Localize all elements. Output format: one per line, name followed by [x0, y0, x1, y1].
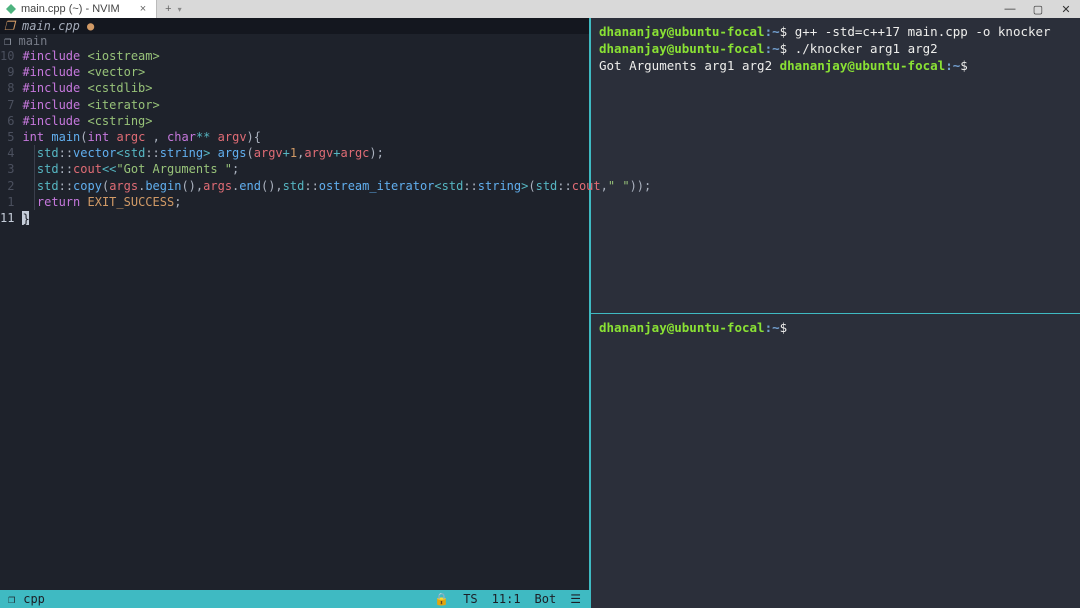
- buffer-header: ❐ main.cpp ●: [0, 18, 589, 34]
- code-row: #include <iostream>: [22, 48, 651, 64]
- tab-close-icon[interactable]: ×: [140, 4, 146, 15]
- prompt-dollar: $: [780, 24, 795, 39]
- prompt-user: dhananjay@ubuntu-focal: [599, 24, 765, 39]
- status-treesitter: TS: [463, 592, 477, 606]
- prompt-colon: :: [765, 320, 773, 335]
- window-minimize-button[interactable]: —: [996, 3, 1024, 15]
- prompt-colon: :: [765, 41, 773, 56]
- terminal-line: dhananjay@ubuntu-focal:~$: [599, 320, 1072, 337]
- terminal-panes: dhananjay@ubuntu-focal:~$ g++ -std=c++17…: [591, 18, 1080, 608]
- terminal-line: Got Arguments arg1 arg2 dhananjay@ubuntu…: [599, 58, 1072, 75]
- prompt-dollar: $: [780, 320, 788, 335]
- editor-statusbar: ❐ cpp 🔒 TS 11:1 Bot ☰: [0, 590, 589, 608]
- outline-symbol: main: [18, 34, 47, 48]
- workspace: ❐ main.cpp ● ❐ main 1098765432111 #inclu…: [0, 18, 1080, 608]
- terminal-line: dhananjay@ubuntu-focal:~$ g++ -std=c++17…: [599, 24, 1072, 41]
- chevron-down-icon: ▾: [178, 5, 182, 14]
- terminal-command: ./knocker arg1 arg2: [795, 41, 938, 56]
- prompt-dollar: $: [960, 58, 968, 73]
- buffer-icon: ❐: [4, 19, 15, 33]
- gutter: 1098765432111: [0, 48, 22, 590]
- prompt-path: ~: [772, 24, 780, 39]
- prompt-colon: :: [765, 24, 773, 39]
- buffer-filename: main.cpp: [22, 19, 80, 33]
- status-lock-icon: 🔒: [434, 592, 449, 606]
- tab-app-icon: [6, 4, 16, 14]
- editor-pane[interactable]: ❐ main.cpp ● ❐ main 1098765432111 #inclu…: [0, 18, 589, 608]
- outline-header: ❐ main: [0, 34, 589, 48]
- prompt-path: ~: [772, 41, 780, 56]
- prompt-dollar: $: [780, 41, 795, 56]
- terminal-line: dhananjay@ubuntu-focal:~$ ./knocker arg1…: [599, 41, 1072, 58]
- window-maximize-button[interactable]: ▢: [1024, 3, 1052, 16]
- status-scroll: Bot: [535, 592, 557, 606]
- status-buffer-icon: ❐: [8, 592, 15, 606]
- window-close-button[interactable]: ✕: [1052, 3, 1080, 16]
- code-row: #include <iterator>: [22, 97, 651, 113]
- prompt-path: ~: [772, 320, 780, 335]
- prompt-user: dhananjay@ubuntu-focal: [780, 58, 946, 73]
- code-row: }: [22, 210, 651, 226]
- new-tab-button[interactable]: + ▾: [157, 3, 189, 15]
- status-cursor-pos: 11:1: [492, 592, 521, 606]
- code-lines[interactable]: #include <iostream>#include <vector>#inc…: [22, 48, 651, 590]
- prompt-colon: :: [945, 58, 953, 73]
- code-area[interactable]: 1098765432111 #include <iostream>#includ…: [0, 48, 589, 590]
- terminal-bottom[interactable]: dhananjay@ubuntu-focal:~$: [591, 314, 1080, 608]
- modified-indicator: ●: [87, 19, 94, 33]
- code-row: std::cout<<"Got Arguments ";: [22, 161, 651, 177]
- code-row: #include <cstring>: [22, 113, 651, 129]
- window-titlebar: main.cpp (~) - NVIM × + ▾ — ▢ ✕: [0, 0, 1080, 18]
- code-row: #include <vector>: [22, 64, 651, 80]
- terminal-command: g++ -std=c++17 main.cpp -o knocker: [795, 24, 1051, 39]
- code-row: int main(int argc , char** argv){: [22, 129, 651, 145]
- code-row: #include <cstdlib>: [22, 80, 651, 96]
- plus-icon: +: [165, 3, 171, 15]
- terminal-top[interactable]: dhananjay@ubuntu-focal:~$ g++ -std=c++17…: [591, 18, 1080, 313]
- code-row: std::vector<std::string> args(argv+1,arg…: [22, 145, 651, 161]
- outline-icon: ❐: [4, 34, 11, 48]
- tab-title: main.cpp (~) - NVIM: [21, 3, 120, 15]
- code-row: std::copy(args.begin(),args.end(),std::o…: [22, 178, 651, 194]
- window-tab[interactable]: main.cpp (~) - NVIM ×: [0, 0, 157, 18]
- status-menu-icon: ☰: [570, 592, 581, 606]
- status-filetype: cpp: [23, 592, 45, 606]
- code-row: return EXIT_SUCCESS;: [22, 194, 651, 210]
